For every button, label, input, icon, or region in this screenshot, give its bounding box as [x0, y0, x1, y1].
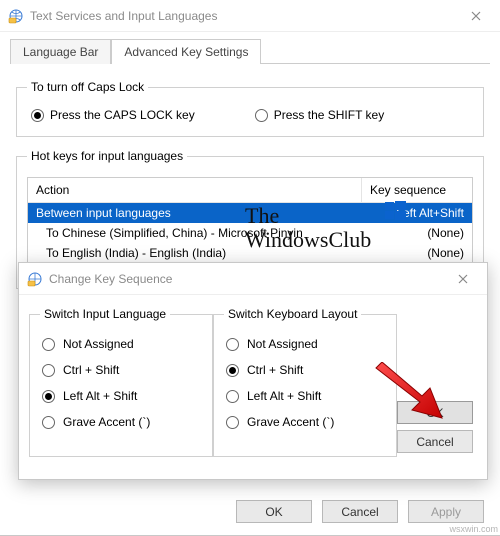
radio-input-language[interactable]: Ctrl + Shift — [40, 357, 202, 383]
radio-keyboard-layout[interactable]: Ctrl + Shift — [224, 357, 386, 383]
radio-dot-icon — [42, 338, 55, 351]
switch-input-language-group: Switch Input Language Not Assigned Ctrl +… — [29, 307, 213, 457]
group-legend: Switch Keyboard Layout — [224, 307, 361, 321]
radio-dot-icon — [226, 338, 239, 351]
cancel-button[interactable]: Cancel — [397, 430, 473, 453]
cell-action: To English (India) - English (India) — [28, 243, 362, 263]
titlebar[interactable]: Text Services and Input Languages — [0, 0, 500, 32]
radio-label: Not Assigned — [63, 337, 134, 351]
close-button[interactable] — [458, 0, 494, 31]
radio-keyboard-layout[interactable]: Left Alt + Shift — [224, 383, 386, 409]
cell-action: To Chinese (Simplified, China) - Microso… — [28, 223, 362, 243]
capslock-group: To turn off Caps Lock Press the CAPS LOC… — [16, 80, 484, 137]
radio-label: Grave Accent (`) — [63, 415, 150, 429]
list-item[interactable]: Between input languagesLeft Alt+Shift — [28, 203, 472, 223]
radio-label: Left Alt + Shift — [247, 389, 321, 403]
radio-label: Ctrl + Shift — [247, 363, 303, 377]
switch-keyboard-layout-group: Switch Keyboard Layout Not Assigned Ctrl … — [213, 307, 397, 457]
radio-dot-icon — [42, 416, 55, 429]
radio-dot-icon — [226, 364, 239, 377]
column-action[interactable]: Action — [28, 178, 362, 203]
list-item[interactable]: To Chinese (Simplified, China) - Microso… — [28, 223, 472, 243]
app-icon — [8, 8, 24, 24]
cell-key-sequence: (None) — [362, 243, 472, 263]
radio-press-shift[interactable]: Press the SHIFT key — [255, 108, 384, 122]
tab-language-bar[interactable]: Language Bar — [10, 39, 111, 64]
tab-strip: Language Bar Advanced Key Settings — [0, 32, 500, 63]
radio-dot-icon — [42, 390, 55, 403]
radio-label: Grave Accent (`) — [247, 415, 334, 429]
radio-label: Not Assigned — [247, 337, 318, 351]
radio-input-language[interactable]: Not Assigned — [40, 331, 202, 357]
hotkeys-legend: Hot keys for input languages — [27, 149, 187, 163]
radio-label: Press the SHIFT key — [274, 108, 384, 122]
radio-dot-icon — [255, 109, 268, 122]
column-key-sequence[interactable]: Key sequence — [362, 178, 472, 203]
radio-dot-icon — [226, 416, 239, 429]
tab-advanced-key-settings[interactable]: Advanced Key Settings — [111, 39, 261, 64]
radio-label: Left Alt + Shift — [63, 389, 137, 403]
cell-key-sequence: Left Alt+Shift — [362, 203, 472, 223]
list-item[interactable]: To English (India) - English (India)(Non… — [28, 243, 472, 263]
dialog-title: Change Key Sequence — [49, 272, 172, 286]
radio-press-capslock[interactable]: Press the CAPS LOCK key — [31, 108, 195, 122]
radio-dot-icon — [226, 390, 239, 403]
cell-key-sequence: (None) — [362, 223, 472, 243]
close-icon — [471, 11, 481, 21]
apply-button[interactable]: Apply — [408, 500, 484, 523]
change-key-sequence-dialog: Change Key Sequence Switch Input Languag… — [18, 262, 488, 480]
radio-input-language[interactable]: Grave Accent (`) — [40, 409, 202, 435]
radio-label: Press the CAPS LOCK key — [50, 108, 195, 122]
group-legend: Switch Input Language — [40, 307, 170, 321]
radio-dot-icon — [42, 364, 55, 377]
cell-action: Between input languages — [28, 203, 362, 223]
app-icon — [27, 271, 43, 287]
list-header: Action Key sequence — [28, 178, 472, 203]
radio-label: Ctrl + Shift — [63, 363, 119, 377]
titlebar[interactable]: Change Key Sequence — [19, 263, 487, 295]
radio-keyboard-layout[interactable]: Grave Accent (`) — [224, 409, 386, 435]
source-watermark: wsxwin.com — [449, 524, 498, 534]
ok-button[interactable]: OK — [397, 401, 473, 424]
radio-keyboard-layout[interactable]: Not Assigned — [224, 331, 386, 357]
radio-dot-icon — [31, 109, 44, 122]
close-button[interactable] — [445, 263, 481, 294]
close-icon — [458, 274, 468, 284]
cancel-button[interactable]: Cancel — [322, 500, 398, 523]
dialog-title: Text Services and Input Languages — [30, 9, 217, 23]
capslock-legend: To turn off Caps Lock — [27, 80, 148, 94]
radio-input-language[interactable]: Left Alt + Shift — [40, 383, 202, 409]
ok-button[interactable]: OK — [236, 500, 312, 523]
